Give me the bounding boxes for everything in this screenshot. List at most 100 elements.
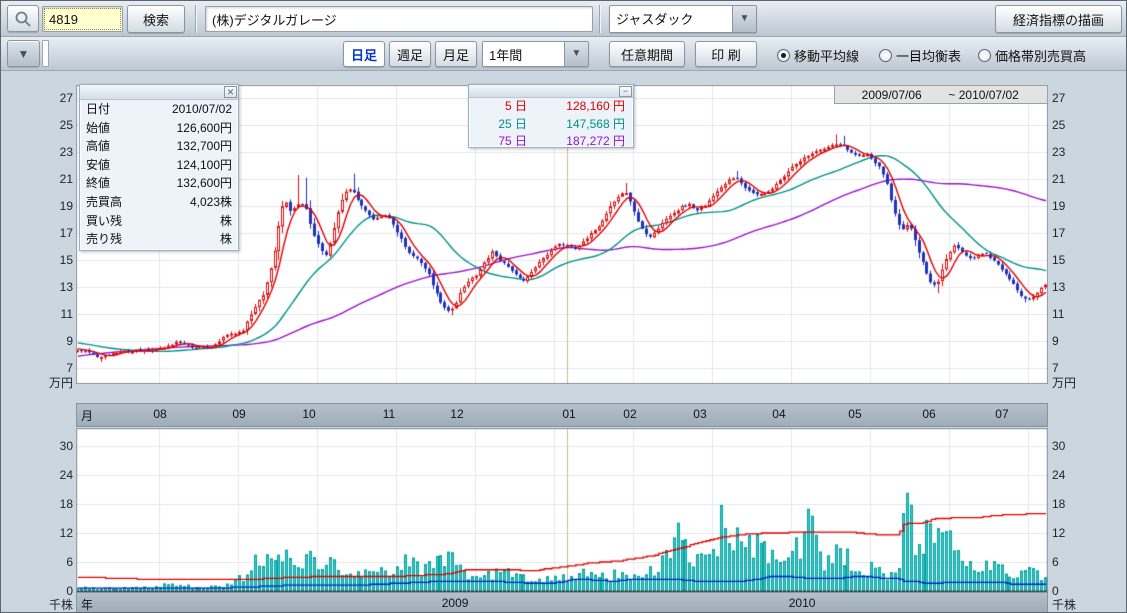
price-tick-right: 19 [1052, 198, 1065, 214]
period-select-arrow[interactable]: ▼ [564, 42, 588, 66]
year-axis-unit: 年 [81, 596, 93, 613]
volume-tick-right: 24 [1052, 467, 1065, 483]
radio-unselected-icon [978, 49, 991, 62]
price-tick-left: 19 [39, 198, 73, 214]
legend-panel-titlebar[interactable]: − [469, 85, 633, 98]
price-tick-left: 23 [39, 144, 73, 160]
info-row-label: 終値 [86, 174, 110, 193]
info-row-value: 132,700円 [177, 137, 232, 156]
market-select-arrow[interactable]: ▼ [732, 6, 756, 32]
month-label: 09 [227, 407, 251, 421]
price-tick-right: 27 [1052, 90, 1065, 106]
price-tick-left: 27 [39, 90, 73, 106]
volume-axis-unit-left: 千株 [39, 597, 73, 613]
price-tick-right: 7 [1052, 360, 1059, 376]
ma-legend-row: 25 日 147,568 円 [469, 116, 633, 134]
info-panel-titlebar[interactable]: ✕ [80, 85, 238, 100]
minimize-icon[interactable]: − [619, 86, 632, 97]
market-select[interactable]: ジャスダック ▼ [609, 5, 757, 33]
month-label: 07 [990, 407, 1014, 421]
info-row-value: 132,600円 [177, 174, 232, 193]
info-row: 買い残株 [80, 212, 238, 231]
toolbar-divider [599, 5, 601, 33]
month-label: 12 [445, 407, 469, 421]
volume-tick-left: 24 [39, 467, 73, 483]
ma-legend-label: 25 日 [477, 116, 527, 134]
ma-legend-panel: − 5 日 128,160 円 25 日 147,568 円 75 日 187,272 円 [468, 84, 634, 148]
price-tick-left: 7 [39, 360, 73, 376]
info-row-value: 株 [220, 212, 232, 231]
volume-chart-canvas[interactable] [76, 428, 1048, 593]
ma-legend-row: 75 日 187,272 円 [469, 133, 633, 151]
chevron-down-icon: ▼ [572, 49, 582, 59]
info-row-value: 株 [220, 230, 232, 249]
year-label: 2009 [435, 596, 475, 610]
radio-ichimoku-label: 一目均衡表 [896, 46, 961, 65]
info-row-label: 日付 [86, 100, 110, 119]
tab-weekly[interactable]: 週足 [389, 41, 431, 67]
info-row-label: 始値 [86, 119, 110, 138]
volume-tick-left: 6 [39, 554, 73, 570]
month-label: 01 [557, 407, 581, 421]
expand-dropdown-button[interactable]: ▼ [7, 40, 40, 67]
ma-legend-value: 128,160 円 [566, 98, 625, 116]
info-row-label: 売り残 [86, 230, 122, 249]
radio-volume-by-price-label: 価格帯別売買高 [995, 46, 1086, 65]
radio-moving-average[interactable]: 移動平均線 [777, 46, 859, 65]
toolbar-divider [195, 5, 197, 33]
ma-legend-value: 187,272 円 [566, 133, 625, 151]
info-row-label: 安値 [86, 156, 110, 175]
volume-tick-right: 12 [1052, 525, 1065, 541]
date-range-end: ~ 2010/07/02 [948, 88, 1047, 102]
tab-monthly[interactable]: 月足 [435, 41, 477, 67]
price-tick-left: 13 [39, 279, 73, 295]
date-range-box: 2009/07/06 ~ 2010/07/02 [834, 85, 1048, 104]
split-handle[interactable] [42, 40, 49, 67]
toolbar-second: ▼ 日足 週足 月足 1年間 ▼ 任意期間 印 刷 移動平均線 一目均衡表 価格… [1, 37, 1126, 71]
month-label: 03 [688, 407, 712, 421]
economic-indicator-button[interactable]: 経済指標の描画 [995, 5, 1122, 33]
month-label: 08 [148, 407, 172, 421]
stock-code-input[interactable] [42, 6, 123, 32]
close-icon[interactable]: ✕ [224, 86, 237, 98]
radio-moving-average-label: 移動平均線 [794, 46, 859, 65]
price-tick-right: 25 [1052, 117, 1065, 133]
info-row-value: 4,023株 [190, 193, 232, 212]
custom-period-button[interactable]: 任意期間 [609, 41, 685, 67]
price-axis-unit-left: 万円 [39, 375, 73, 391]
symbol-search-button[interactable] [7, 5, 39, 32]
print-button[interactable]: 印 刷 [695, 41, 757, 67]
ma-legend-row: 5 日 128,160 円 [469, 98, 633, 116]
price-axis-unit-right: 万円 [1052, 375, 1076, 391]
volume-tick-right: 6 [1052, 554, 1059, 570]
info-row: 安値124,100円 [80, 156, 238, 175]
radio-ichimoku[interactable]: 一目均衡表 [879, 46, 961, 65]
price-tick-right: 13 [1052, 279, 1065, 295]
month-label: 05 [843, 407, 867, 421]
radio-selected-icon [777, 49, 790, 62]
info-row-label: 高値 [86, 137, 110, 156]
info-row-value: 2010/07/02 [172, 100, 232, 119]
price-tick-left: 25 [39, 117, 73, 133]
price-tick-right: 15 [1052, 252, 1065, 268]
chevron-down-icon: ▼ [740, 14, 750, 24]
volume-tick-right: 0 [1052, 583, 1059, 599]
company-name-input[interactable] [205, 6, 593, 32]
price-tick-left: 11 [39, 306, 73, 322]
radio-volume-by-price[interactable]: 価格帯別売買高 [978, 46, 1086, 65]
ma-legend-value: 147,568 円 [566, 116, 625, 134]
year-axis-band: 年20092010 [76, 592, 1048, 613]
search-button[interactable]: 検索 [127, 5, 185, 33]
month-label: 04 [767, 407, 791, 421]
price-tick-left: 15 [39, 252, 73, 268]
ma-legend-label: 75 日 [477, 133, 527, 151]
price-tick-right: 9 [1052, 333, 1059, 349]
info-row: 売買高4,023株 [80, 193, 238, 212]
month-label: 11 [377, 407, 401, 421]
period-select[interactable]: 1年間 ▼ [482, 41, 589, 67]
ma-legend-label: 5 日 [477, 98, 527, 116]
tab-daily[interactable]: 日足 [343, 41, 385, 67]
volume-tick-left: 0 [39, 583, 73, 599]
month-axis-band: 月080910111201020304050607 [76, 403, 1048, 427]
chevron-down-icon: ▼ [18, 48, 30, 60]
